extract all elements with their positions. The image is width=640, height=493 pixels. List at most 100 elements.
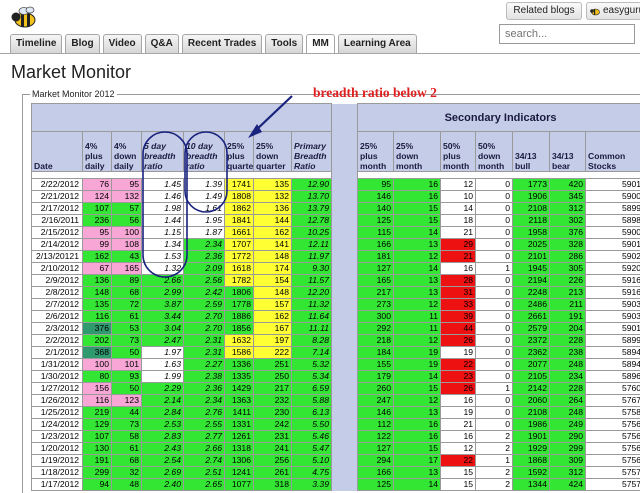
cell-gap — [331, 430, 358, 443]
cell-primary-breadth: 11.32 — [291, 298, 332, 311]
tab-recent-trades[interactable]: Recent Trades — [181, 34, 263, 53]
cell-down-25pct-month: 17 — [393, 454, 441, 467]
cell-plus-25pct-quarter: 1632 — [224, 334, 254, 347]
cell-down-25pct-quarter: 217 — [253, 382, 292, 395]
col-header-25pct-plus-month[interactable]: 25% plus month — [357, 131, 394, 172]
cell-plus-50pct-month: 21 — [440, 418, 476, 431]
cell-plus-50pct-month: 22 — [440, 358, 476, 371]
cell-plus-25pct-quarter: 1856 — [224, 322, 254, 335]
cell-plus-4pct-daily: 107 — [82, 430, 112, 443]
cell-down-25pct-month: 13 — [393, 238, 441, 251]
cell-down-4pct-daily: 58 — [111, 430, 142, 443]
tab-learning-area[interactable]: Learning Area — [337, 34, 417, 53]
cell-breadth-10day: 1.39 — [183, 178, 225, 191]
cell-plus-4pct-daily: 236 — [82, 214, 112, 227]
related-blogs-button[interactable]: Related blogs — [506, 2, 582, 20]
cell-primary-breadth: 3.39 — [291, 478, 332, 491]
col-header-common-stocks[interactable]: Common Stocks — [584, 131, 640, 172]
cell-breadth-10day: 2.34 — [183, 238, 225, 251]
tab-timeline[interactable]: Timeline — [10, 34, 63, 53]
cell-gap — [331, 298, 358, 311]
cell-date: 2/7/2012 — [31, 298, 83, 311]
cell-primary-breadth: 13.70 — [291, 190, 332, 203]
cell-down-25pct-quarter: 318 — [253, 478, 292, 491]
col-header-date[interactable]: Date — [31, 131, 83, 172]
cell-down-4pct-daily: 50 — [111, 346, 142, 359]
cell-down-50pct-month: 1 — [475, 382, 513, 395]
cell-plus-25pct-quarter: 1363 — [224, 394, 254, 407]
cell-down-4pct-daily: 68 — [111, 286, 142, 299]
cell-down-4pct-daily: 123 — [111, 394, 142, 407]
cell-gap — [331, 262, 358, 275]
cell-plus-50pct-month: 12 — [440, 442, 476, 455]
cell-breadth-5day: 2.53 — [141, 418, 184, 431]
cell-down-50pct-month: 0 — [475, 346, 513, 359]
cell-down-25pct-quarter: 167 — [253, 322, 292, 335]
cell-date: 2/17/2012 — [31, 202, 83, 215]
col-header-bull[interactable]: 34/13 bull — [512, 131, 550, 172]
col-header-25pct-plus-quarter[interactable]: 25% plus quarter — [224, 131, 254, 172]
cell-date: 2/6/2012 — [31, 310, 83, 323]
cell-down-25pct-quarter: 135 — [253, 178, 292, 191]
cell-bear-34-13: 309 — [549, 454, 586, 467]
col-header-10day-breadth[interactable]: 10 day breadth ratio — [183, 131, 225, 172]
cell-plus-25pct-month: 95 — [357, 178, 394, 191]
col-header-50pct-down-month[interactable]: 50% down month — [475, 131, 513, 172]
col-header-5day-breadth[interactable]: 5 day breadth ratio — [141, 131, 184, 172]
bee-logo-icon[interactable] — [10, 4, 38, 30]
cell-down-25pct-month: 16 — [393, 418, 441, 431]
col-header-primary-breadth[interactable]: Primary Breadth Ratio — [291, 131, 332, 172]
cell-breadth-5day: 2.66 — [141, 274, 184, 287]
cell-down-50pct-month: 0 — [475, 190, 513, 203]
col-header-50pct-plus-month[interactable]: 50% plus month — [440, 131, 476, 172]
tab-blog[interactable]: Blog — [65, 34, 100, 53]
cell-down-25pct-quarter: 250 — [253, 370, 292, 383]
cell-plus-25pct-quarter: 1782 — [224, 274, 254, 287]
cell-plus-50pct-month: 16 — [440, 394, 476, 407]
table-row: 1/25/2012 219 44 2.84 2.76 1411 230 6.13 146 13 19… — [31, 406, 640, 419]
search-input[interactable] — [499, 24, 635, 44]
cell-bear-34-13: 328 — [549, 238, 586, 251]
col-header-4pct-down-daily[interactable]: 4% down daily — [111, 131, 142, 172]
cell-down-50pct-month: 1 — [475, 262, 513, 275]
cell-down-4pct-daily: 57 — [111, 202, 142, 215]
cell-plus-50pct-month: 10 — [440, 190, 476, 203]
cell-date: 1/30/2012 — [31, 370, 83, 383]
cell-plus-4pct-daily: 368 — [82, 346, 112, 359]
cell-breadth-5day: 2.83 — [141, 430, 184, 443]
cell-breadth-5day: 1.32 — [141, 262, 184, 275]
cell-date: 1/26/2012 — [31, 394, 83, 407]
user-menu-button[interactable]: easyguru — [586, 2, 640, 20]
cell-breadth-5day: 1.34 — [141, 238, 184, 251]
col-header-4pct-plus-daily[interactable]: 4% plus daily — [82, 131, 112, 172]
cell-down-25pct-quarter: 261 — [253, 466, 292, 479]
cell-breadth-10day: 2.55 — [183, 418, 225, 431]
cell-common-stocks: 5901 — [584, 322, 640, 335]
cell-breadth-10day: 2.77 — [183, 430, 225, 443]
cell-date: 2/13/20121 — [31, 250, 83, 263]
cell-down-4pct-daily: 61 — [111, 442, 142, 455]
tab-video[interactable]: Video — [102, 34, 142, 53]
cell-down-25pct-quarter: 230 — [253, 406, 292, 419]
cell-date: 1/24/2012 — [31, 418, 83, 431]
cell-bear-34-13: 249 — [549, 418, 586, 431]
cell-breadth-5day: 1.46 — [141, 190, 184, 203]
col-header-25pct-down-month[interactable]: 25% down month — [393, 131, 441, 172]
cell-down-25pct-month: 13 — [393, 286, 441, 299]
tab-tools[interactable]: Tools — [265, 34, 304, 53]
cell-breadth-10day: 2.34 — [183, 394, 225, 407]
cell-bull-34-13: 2194 — [512, 274, 550, 287]
cell-down-50pct-month: 0 — [475, 310, 513, 323]
tab-qa[interactable]: Q&A — [144, 34, 179, 53]
cell-down-25pct-month: 13 — [393, 406, 441, 419]
cell-plus-25pct-month: 217 — [357, 286, 394, 299]
cell-breadth-5day: 1.45 — [141, 178, 184, 191]
col-header-bear[interactable]: 34/13 bear — [549, 131, 586, 172]
col-header-25pct-down-quarter[interactable]: 25% down quarter — [253, 131, 292, 172]
cell-breadth-10day: 2.27 — [183, 358, 225, 371]
cell-common-stocks: 5900 — [584, 190, 640, 203]
cell-breadth-5day: 2.43 — [141, 442, 184, 455]
cell-plus-25pct-quarter: 1261 — [224, 430, 254, 443]
tab-mm[interactable]: MM — [306, 34, 335, 53]
cell-date: 1/23/2012 — [31, 430, 83, 443]
